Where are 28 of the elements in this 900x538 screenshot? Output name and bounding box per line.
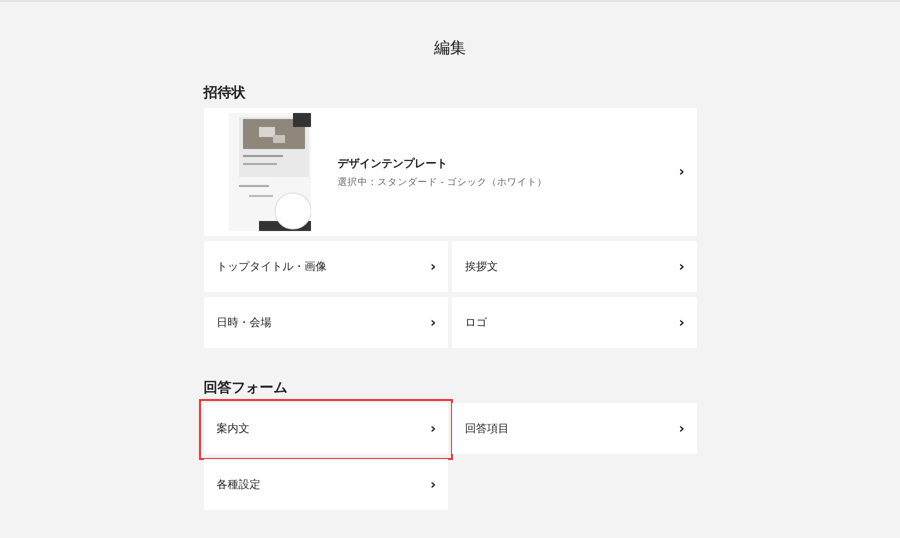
section-heading: 招待状 xyxy=(204,85,246,101)
page-title: 編集 xyxy=(434,38,466,59)
menu-card[interactable]: ロゴ › xyxy=(452,297,696,348)
chevron-icon: › xyxy=(430,260,436,274)
section-heading: 回答フォーム xyxy=(204,380,288,396)
menu-label: 各種設定 xyxy=(216,477,260,492)
menu-card[interactable]: 挨拶文 › xyxy=(452,241,696,292)
chevron-icon: › xyxy=(430,316,436,330)
menu-label: 案内文 xyxy=(216,421,250,436)
menu-card[interactable]: 日時・会場 › xyxy=(204,297,448,348)
chevron-icon: › xyxy=(678,165,684,179)
menu-card[interactable]: トップタイトル・画像 › xyxy=(204,241,448,292)
chevron-icon: › xyxy=(430,422,436,436)
menu-card[interactable]: 案内文 › xyxy=(204,403,448,454)
chevron-icon: › xyxy=(678,260,684,274)
menu-card[interactable]: 各種設定 › xyxy=(204,459,448,510)
menu-label: トップタイトル・画像 xyxy=(216,259,326,274)
template-card[interactable]: デザインテンプレート 選択中：スタンダード - ゴシック（ホワイト） › xyxy=(204,108,696,236)
menu-card[interactable]: 回答項目 › xyxy=(452,403,696,454)
chevron-icon: › xyxy=(430,478,436,492)
chevron-icon: › xyxy=(678,422,684,436)
chevron-icon: › xyxy=(678,316,684,330)
template-subtitle: 選択中：スタンダード - ゴシック（ホワイト） xyxy=(338,176,548,188)
menu-label: 回答項目 xyxy=(465,421,509,436)
template-title: デザインテンプレート xyxy=(338,156,448,170)
menu-label: 日時・会場 xyxy=(216,315,272,330)
menu-label: ロゴ xyxy=(465,315,487,330)
menu-label: 挨拶文 xyxy=(465,259,498,274)
